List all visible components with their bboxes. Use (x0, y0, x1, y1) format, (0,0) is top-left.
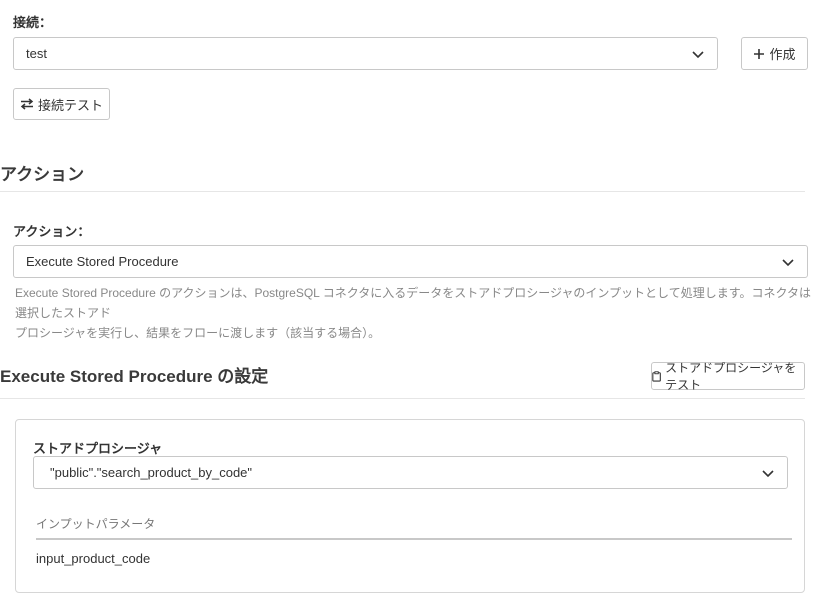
chevron-down-icon (782, 258, 794, 266)
procedure-select[interactable]: "public"."search_product_by_code" (33, 456, 788, 489)
action-help-line-2: プロシージャを実行し、結果をフローに渡します（該当する場合）。 (15, 326, 381, 340)
connection-select[interactable]: test (13, 37, 718, 70)
input-params-header: インプットパラメータ (36, 517, 156, 531)
procedure-panel: ストアドプロシージャ "public"."search_product_by_c… (15, 419, 805, 593)
input-params-underline (36, 538, 792, 540)
settings-section-title: Execute Stored Procedure の設定 (0, 367, 269, 386)
procedure-label: ストアドプロシージャ (33, 441, 163, 456)
test-procedure-button[interactable]: ストアドプロシージャをテスト (651, 361, 805, 392)
connection-selected-value: test (26, 46, 47, 61)
action-label: アクション： (13, 224, 91, 239)
test-connection-button[interactable]: 接続テスト (13, 88, 110, 120)
action-selected-value: Execute Stored Procedure (26, 254, 179, 269)
create-button-label: 作成 (769, 47, 796, 62)
test-procedure-label: ストアドプロシージャをテスト (665, 361, 797, 392)
create-connection-button[interactable]: 作成 (741, 37, 808, 70)
action-help-text: Execute Stored Procedure のアクションは、Postgre… (15, 283, 815, 343)
action-section-divider (0, 191, 805, 192)
input-param-item: input_product_code (36, 551, 151, 566)
exchange-icon (20, 98, 34, 110)
procedure-selected-value: "public"."search_product_by_code" (50, 465, 253, 480)
settings-section-divider (0, 398, 805, 399)
test-connection-label: 接続テスト (37, 97, 103, 113)
chevron-down-icon (762, 469, 774, 477)
plus-icon (754, 48, 765, 59)
action-section-title: アクション (0, 165, 85, 184)
action-select[interactable]: Execute Stored Procedure (13, 245, 808, 278)
connection-label: 接続： (13, 15, 53, 30)
clipboard-icon (652, 370, 661, 382)
action-help-line-1: Execute Stored Procedure のアクションは、Postgre… (15, 286, 812, 320)
chevron-down-icon (692, 50, 704, 58)
